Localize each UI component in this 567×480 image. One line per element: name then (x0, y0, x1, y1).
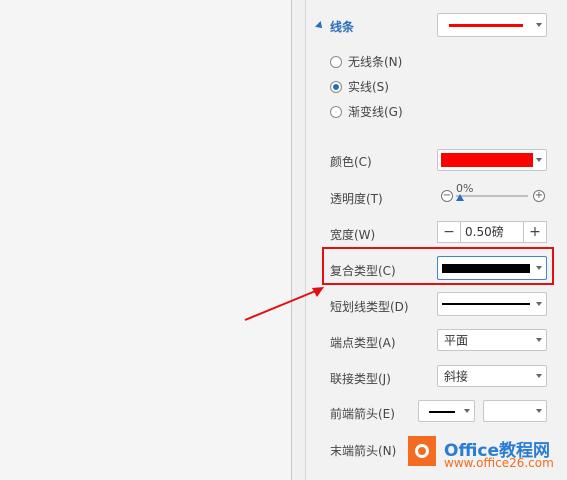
radio-label: 无线条(N) (348, 55, 403, 69)
chevron-down-icon (536, 266, 542, 270)
transparency-slider-track[interactable] (456, 195, 528, 197)
color-label: 颜色(C) (330, 155, 372, 169)
line-preset-dropdown[interactable] (437, 13, 547, 37)
radio-label: 实线(S) (348, 80, 389, 94)
radio-circle-icon[interactable] (330, 55, 342, 68)
minus-circle-icon[interactable]: − (441, 190, 453, 202)
watermark: Office教程网 www.office26.com (400, 430, 560, 476)
radio-solid-line[interactable]: 实线(S) (330, 78, 389, 95)
begin-arrow-type-dropdown[interactable] (418, 400, 475, 422)
radio-circle-icon[interactable] (330, 105, 342, 118)
chevron-down-icon (464, 409, 470, 413)
annotation-arrow (244, 287, 324, 321)
arrow-line-preview (429, 411, 455, 413)
radio-checked-icon[interactable] (330, 80, 342, 93)
begin-arrow-label: 前端箭头(E) (330, 407, 395, 421)
compound-type-label: 复合类型(C) (330, 264, 396, 278)
compound-line-preview (442, 264, 530, 273)
radio-no-line[interactable]: 无线条(N) (330, 53, 402, 70)
increase-button[interactable]: + (524, 222, 546, 242)
section-title: 线条 (330, 19, 355, 34)
transparency-label: 透明度(T) (330, 192, 383, 206)
dash-line-preview (442, 303, 530, 305)
collapse-triangle-icon[interactable] (315, 21, 325, 31)
begin-arrow-size-dropdown[interactable] (483, 400, 547, 422)
line-section-header[interactable]: 线条 (315, 18, 355, 34)
dash-type-label: 短划线类型(D) (330, 300, 409, 314)
chevron-down-icon (536, 374, 542, 378)
width-label: 宽度(W) (330, 228, 376, 242)
office-logo-icon (408, 436, 436, 466)
join-type-value: 斜接 (444, 369, 469, 384)
transparency-slider-thumb[interactable] (456, 194, 464, 201)
compound-type-dropdown[interactable] (437, 256, 547, 280)
join-type-dropdown[interactable]: 斜接 (437, 365, 547, 387)
scroll-gutter (292, 0, 305, 480)
line-preview (449, 24, 523, 27)
cap-type-dropdown[interactable]: 平面 (437, 329, 547, 351)
color-dropdown[interactable] (437, 149, 547, 171)
end-arrow-label: 末端箭头(N) (330, 444, 397, 458)
chevron-down-icon (536, 23, 542, 27)
decrease-button[interactable]: − (438, 222, 460, 242)
document-canvas (0, 0, 291, 480)
width-stepper[interactable]: − 0.50磅 + (437, 221, 547, 243)
color-swatch (441, 153, 533, 167)
chevron-down-icon (536, 409, 542, 413)
chevron-down-icon (536, 158, 542, 162)
join-type-label: 联接类型(J) (330, 372, 391, 386)
watermark-subtitle: www.office26.com (444, 456, 554, 470)
cap-type-value: 平面 (444, 333, 469, 348)
radio-label: 渐变线(G) (348, 105, 403, 119)
chevron-down-icon (536, 338, 542, 342)
dash-type-dropdown[interactable] (437, 292, 547, 316)
width-input[interactable]: 0.50磅 (460, 222, 524, 242)
plus-circle-icon[interactable]: + (533, 190, 545, 202)
radio-gradient-line[interactable]: 渐变线(G) (330, 103, 403, 120)
cap-type-label: 端点类型(A) (330, 336, 396, 350)
chevron-down-icon (536, 302, 542, 306)
